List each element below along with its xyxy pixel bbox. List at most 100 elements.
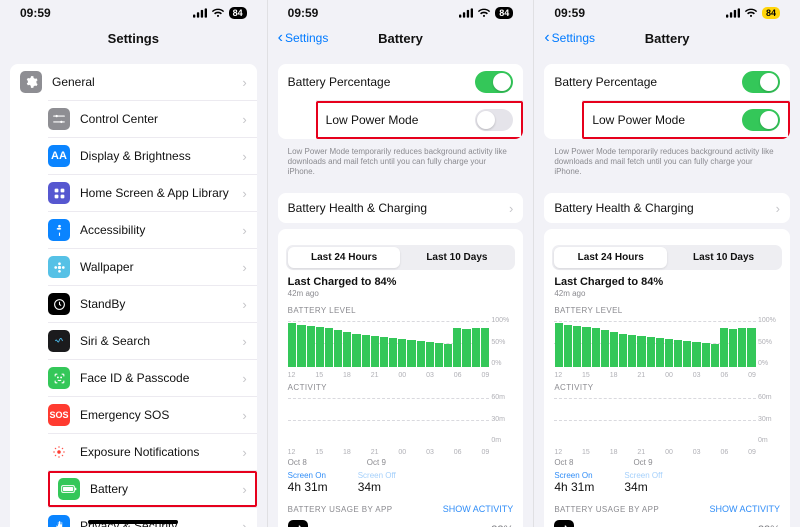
settings-row-home-screen-app-library[interactable]: Home Screen & App Library ›	[48, 174, 257, 211]
battery-scroll[interactable]: Battery Percentage Low Power Mode Low Po…	[534, 54, 800, 527]
status-time: 09:59	[20, 6, 51, 20]
settings-row-face-id-passcode[interactable]: Face ID & Passcode ›	[48, 359, 257, 396]
row-low-power-mode[interactable]: Low Power Mode	[582, 100, 790, 139]
toggle-group: Battery Percentage Low Power Mode	[544, 64, 790, 139]
grid-icon	[48, 182, 70, 204]
date-label-1: Oct 8	[554, 458, 573, 467]
highlight-box: Battery ›	[48, 471, 257, 507]
siri-icon	[48, 330, 70, 352]
settings-row-siri-search[interactable]: Siri & Search ›	[48, 322, 257, 359]
exposure-icon	[48, 441, 70, 463]
chevron-right-icon: ›	[242, 445, 246, 460]
row-low-power-mode[interactable]: Low Power Mode	[316, 100, 524, 139]
health-group: Battery Health & Charging ›	[544, 193, 790, 223]
toggle-low-power-mode[interactable]	[475, 109, 513, 131]
wifi-icon	[211, 6, 225, 20]
seg-last-24h[interactable]: Last 24 Hours	[288, 247, 401, 268]
show-activity-link[interactable]: SHOW ACTIVITY	[443, 504, 514, 514]
status-time: 09:59	[554, 6, 585, 20]
phone-battery-off: 09:59 84 ‹Settings Battery Battery Perce…	[267, 0, 534, 527]
battery-level-label: BATTERY LEVEL	[552, 302, 782, 317]
stat-value: 4h 31m	[288, 480, 328, 494]
last-charged-sub: 42m ago	[552, 288, 782, 302]
chevron-right-icon: ›	[242, 408, 246, 423]
chevron-right-icon: ›	[242, 112, 246, 127]
seg-last-24h[interactable]: Last 24 Hours	[554, 247, 667, 268]
stat-screen-off: Screen Off 34m	[358, 471, 396, 494]
row-label: Battery Health & Charging	[554, 201, 775, 215]
gear-icon	[20, 71, 42, 93]
settings-row-accessibility[interactable]: Accessibility ›	[48, 211, 257, 248]
row-label: Battery Percentage	[288, 75, 476, 89]
chevron-right-icon: ›	[242, 75, 246, 90]
battery-scroll[interactable]: Battery Percentage Low Power Mode Low Po…	[268, 54, 534, 527]
back-button[interactable]: ‹Settings	[278, 29, 329, 47]
settings-list[interactable]: General › Control Center ›AA Display & B…	[0, 54, 267, 527]
app-usage-row[interactable]: 32%	[286, 514, 516, 527]
app-usage-row[interactable]: 32%	[552, 514, 782, 527]
settings-row-emergency-sos[interactable]: SOS Emergency SOS ›	[48, 396, 257, 433]
row-battery-health[interactable]: Battery Health & Charging ›	[544, 193, 790, 223]
status-icons: 84	[726, 6, 780, 20]
row-battery-health[interactable]: Battery Health & Charging ›	[278, 193, 524, 223]
chevron-right-icon: ›	[242, 334, 246, 349]
row-label: Emergency SOS	[80, 408, 242, 422]
status-icons: 84	[193, 6, 247, 20]
stat-screen-on: Screen On 4h 31m	[288, 471, 328, 494]
row-label: Low Power Mode	[326, 113, 476, 127]
sliders-icon	[48, 108, 70, 130]
toggle-low-power-mode[interactable]	[742, 109, 780, 131]
last-charged-title: Last Charged to 84%	[286, 276, 516, 288]
status-time: 09:59	[288, 6, 319, 20]
stat-label: Screen On	[288, 471, 328, 480]
settings-row-privacy-security[interactable]: Privacy & Security ›	[48, 507, 257, 527]
settings-row-standby[interactable]: StandBy ›	[48, 285, 257, 322]
stat-screen-off: Screen Off 34m	[624, 471, 662, 494]
battery-indicator: 84	[495, 7, 513, 19]
back-button[interactable]: ‹Settings	[544, 29, 595, 47]
toggle-group: Battery Percentage Low Power Mode	[278, 64, 524, 139]
battery-indicator: 84	[229, 7, 247, 19]
row-label: Wallpaper	[80, 260, 242, 274]
settings-row-control-center[interactable]: Control Center ›	[48, 100, 257, 137]
stat-label: Screen Off	[624, 471, 662, 480]
time-range-segment[interactable]: Last 24 Hours Last 10 Days	[552, 245, 782, 270]
tiktok-icon	[554, 520, 574, 527]
highlight-box: Low Power Mode	[316, 101, 524, 139]
signal-icon	[459, 6, 473, 20]
home-indicator[interactable]	[88, 520, 178, 524]
hand-icon	[48, 515, 70, 527]
usage-by-app-label: BATTERY USAGE BY APP	[288, 505, 393, 514]
settings-row-general[interactable]: General ›	[10, 64, 257, 100]
last-charged-title: Last Charged to 84%	[552, 276, 782, 288]
settings-row-wallpaper[interactable]: Wallpaper ›	[48, 248, 257, 285]
stat-screen-on: Screen On 4h 31m	[554, 471, 594, 494]
seg-last-10d[interactable]: Last 10 Days	[400, 247, 513, 268]
time-range-segment[interactable]: Last 24 Hours Last 10 Days	[286, 245, 516, 270]
highlight-box: Low Power Mode	[582, 101, 790, 139]
toggle-battery-percentage[interactable]	[475, 71, 513, 93]
row-battery-percentage[interactable]: Battery Percentage	[544, 64, 790, 100]
show-activity-link[interactable]: SHOW ACTIVITY	[709, 504, 780, 514]
status-bar: 09:59 84	[534, 0, 800, 22]
seg-last-10d[interactable]: Last 10 Days	[667, 247, 780, 268]
settings-row-battery[interactable]: Battery ›	[48, 470, 257, 507]
chevron-right-icon: ›	[242, 186, 246, 201]
toggle-battery-percentage[interactable]	[742, 71, 780, 93]
stat-value: 34m	[358, 480, 396, 494]
low-power-description: Low Power Mode temporarily reduces backg…	[544, 145, 790, 183]
row-label: Siri & Search	[80, 334, 242, 348]
chevron-right-icon: ›	[776, 201, 780, 216]
wifi-icon	[744, 6, 758, 20]
settings-row-exposure-notifications[interactable]: Exposure Notifications ›	[48, 433, 257, 470]
row-battery-percentage[interactable]: Battery Percentage	[278, 64, 524, 100]
chevron-right-icon: ›	[242, 297, 246, 312]
battery-indicator: 84	[762, 7, 780, 19]
row-label: Home Screen & App Library	[80, 186, 242, 200]
settings-row-display-brightness[interactable]: AA Display & Brightness ›	[48, 137, 257, 174]
settings-group: General › Control Center ›AA Display & B…	[10, 64, 257, 527]
row-label: Display & Brightness	[80, 149, 242, 163]
stat-value: 4h 31m	[554, 480, 594, 494]
row-label: StandBy	[80, 297, 242, 311]
nav-bar: Settings	[0, 22, 267, 54]
